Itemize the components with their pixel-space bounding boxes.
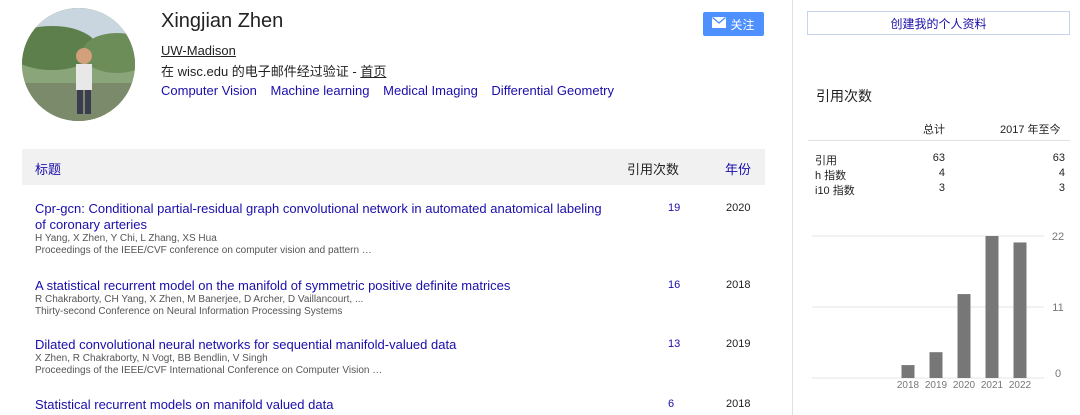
x-tick-label: 2021 <box>981 380 1004 391</box>
bar-2022[interactable] <box>1013 242 1027 378</box>
paper-title-link[interactable]: A statistical recurrent model on the man… <box>35 278 635 294</box>
table-row: Cpr-gcn: Conditional partial-residual gr… <box>35 201 775 257</box>
paper-venue: Thirty-second Conference on Neural Infor… <box>35 306 343 317</box>
cited-count-link[interactable]: 19 <box>668 202 680 214</box>
paper-year: 2020 <box>726 202 751 214</box>
bar-2020[interactable] <box>957 294 971 378</box>
title-column-header[interactable]: 标题 <box>35 159 61 178</box>
cited-count-link[interactable]: 16 <box>668 279 680 291</box>
paper-title-link[interactable]: Dilated convolutional neural networks fo… <box>35 337 605 353</box>
table-row: Dilated convolutional neural networks fo… <box>35 337 775 377</box>
follow-label: 关注 <box>730 17 755 32</box>
verified-text: 在 wisc.edu 的电子邮件经过验证 - <box>161 64 361 79</box>
interests: Computer Vision Machine learning Medical… <box>161 83 624 98</box>
affiliation-link[interactable]: UW-Madison <box>161 43 236 58</box>
x-tick-label: 2018 <box>897 380 920 391</box>
follow-button[interactable]: 关注 <box>703 12 764 36</box>
since-column-header[interactable]: 2017 年至今 <box>1000 121 1061 137</box>
paper-venue: Proceedings of the IEEE/CVF Internationa… <box>35 365 383 376</box>
profile-name: Xingjian Zhen <box>161 10 284 32</box>
paper-year: 2019 <box>726 338 751 350</box>
paper-year: 2018 <box>726 398 751 410</box>
paper-authors: R Chakraborty, CH Yang, X Zhen, M Banerj… <box>35 294 364 305</box>
cited-count-link[interactable]: 13 <box>668 338 680 350</box>
interest-link[interactable]: Differential Geometry <box>491 83 614 98</box>
stat-label[interactable]: h 指数 <box>815 167 846 183</box>
y-tick-label: 22 <box>1052 231 1064 243</box>
table-header: 标题 引用次数 年份 <box>22 149 765 185</box>
stat-label[interactable]: i10 指数 <box>815 182 855 198</box>
stat-since: 4 <box>1058 167 1065 179</box>
table-row: A statistical recurrent model on the man… <box>35 278 775 318</box>
citations-heading: 引用次数 <box>816 88 872 104</box>
interest-link[interactable]: Computer Vision <box>161 83 257 98</box>
y-tick-label: 0 <box>1055 368 1061 380</box>
stat-total: 3 <box>938 182 945 194</box>
envelope-icon <box>712 16 727 31</box>
citations-bar-chart: 22 11 0 2018 2019 2020 2021 2022 <box>812 231 1064 391</box>
cited-column-header[interactable]: 引用次数 <box>627 159 679 178</box>
cited-count-link[interactable]: 6 <box>668 398 674 410</box>
interest-link[interactable]: Machine learning <box>271 83 370 98</box>
stats-divider <box>808 140 1070 141</box>
x-tick-label: 2020 <box>953 380 976 391</box>
stat-label[interactable]: 引用 <box>815 152 837 168</box>
table-row: Statistical recurrent models on manifold… <box>35 397 775 413</box>
stat-since: 3 <box>1058 182 1065 194</box>
paper-title-link[interactable]: Statistical recurrent models on manifold… <box>35 397 605 413</box>
total-column-header: 总计 <box>923 124 945 136</box>
paper-venue: Proceedings of the IEEE/CVF conference o… <box>35 245 372 256</box>
verified-email: 在 wisc.edu 的电子邮件经过验证 - 首页 <box>161 61 386 80</box>
create-profile-button[interactable]: 创建我的个人资料 <box>807 11 1070 35</box>
stat-since: 63 <box>1052 152 1065 164</box>
year-column-header[interactable]: 年份 <box>725 159 751 178</box>
paper-authors: H Yang, X Zhen, Y Chi, L Zhang, XS Hua <box>35 233 217 244</box>
bar-2019[interactable] <box>929 352 943 378</box>
bar-2018[interactable] <box>901 365 915 378</box>
sidebar-divider <box>792 0 793 415</box>
avatar[interactable] <box>22 8 135 121</box>
paper-year: 2018 <box>726 279 751 291</box>
stat-total: 63 <box>932 152 945 164</box>
x-tick-label: 2022 <box>1009 380 1032 391</box>
homepage-link[interactable]: 首页 <box>360 64 386 79</box>
paper-authors: X Zhen, R Chakraborty, N Vogt, BB Bendli… <box>35 353 268 364</box>
y-tick-label: 11 <box>1052 302 1063 314</box>
x-tick-label: 2019 <box>925 380 948 391</box>
interest-link[interactable]: Medical Imaging <box>383 83 478 98</box>
bar-2021[interactable] <box>985 236 999 378</box>
stat-total: 4 <box>938 167 945 179</box>
paper-title-link[interactable]: Cpr-gcn: Conditional partial-residual gr… <box>35 201 605 233</box>
